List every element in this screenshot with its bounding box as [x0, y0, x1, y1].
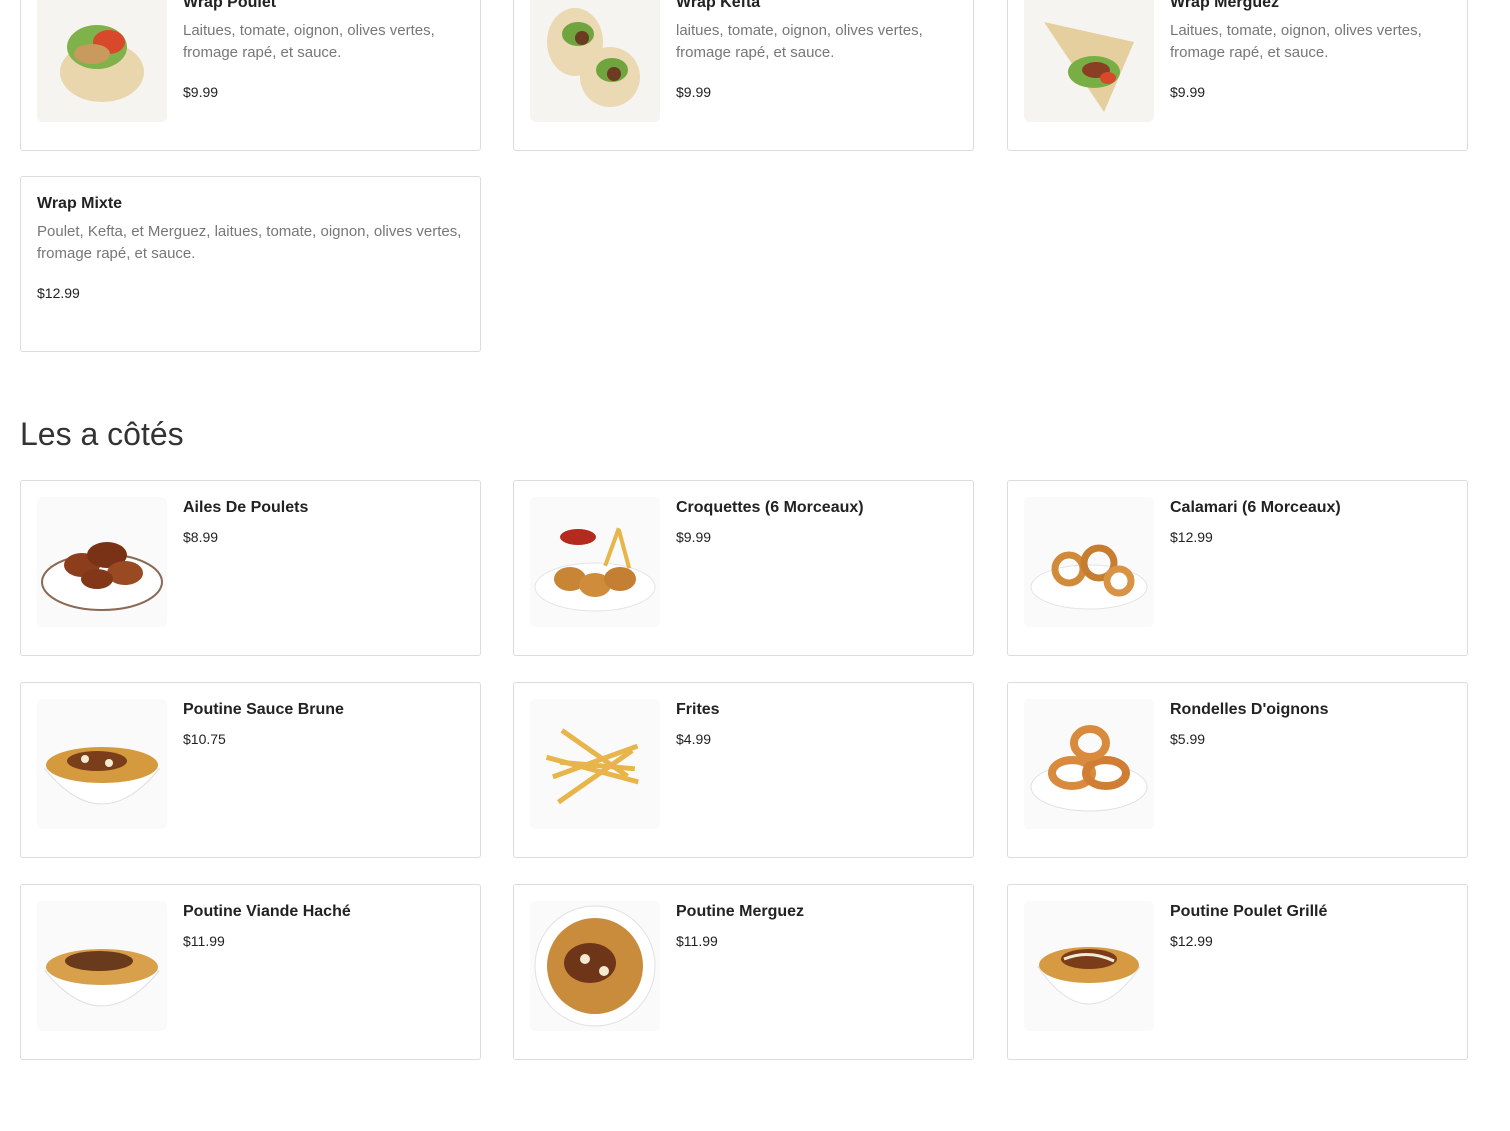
menu-page: Wrap Poulet Laitues, tomate, oignon, oli…	[0, 0, 1490, 1131]
item-name: Poutine Merguez	[676, 903, 805, 920]
menu-item-card[interactable]: Poutine Poulet Grillé $12.99	[1007, 884, 1468, 1060]
section-title: Les a côtés	[20, 416, 184, 452]
chicken-wings-image	[37, 497, 167, 627]
item-price: $12.99	[37, 285, 80, 301]
item-name: Wrap Poulet	[183, 0, 277, 11]
item-price: $9.99	[1170, 84, 1206, 100]
item-name: Rondelles D'oignons	[1170, 701, 1329, 718]
item-description: Poulet, Kefta, et Merguez, laitues, toma…	[37, 223, 462, 262]
item-price: $9.99	[676, 84, 712, 100]
item-price: $12.99	[1170, 529, 1213, 545]
poutine-image	[1024, 901, 1154, 1031]
item-name: Frites	[676, 701, 720, 718]
item-name: Wrap Merguez	[1170, 0, 1280, 11]
calamari-image	[1024, 497, 1154, 627]
wrap-kefta-image	[530, 0, 660, 122]
item-name: Wrap Mixte	[37, 195, 123, 212]
item-description: laitues, tomate, oignon, olives vertes, …	[676, 22, 923, 61]
fries-image	[530, 699, 660, 829]
item-price: $9.99	[676, 529, 712, 545]
item-price: $5.99	[1170, 731, 1206, 747]
wrap-merguez-image	[1024, 0, 1154, 122]
item-name: Poutine Poulet Grillé	[1170, 903, 1328, 920]
item-name: Ailes De Poulets	[183, 499, 309, 516]
menu-item-card[interactable]: Wrap Mixte Poulet, Kefta, et Merguez, la…	[20, 176, 481, 352]
item-price: $8.99	[183, 529, 219, 545]
item-price: $10.75	[183, 731, 226, 747]
item-name: Croquettes (6 Morceaux)	[676, 499, 864, 516]
menu-item-card[interactable]: Poutine Viande Haché $11.99	[20, 884, 481, 1060]
item-price: $12.99	[1170, 933, 1213, 949]
poutine-image	[37, 699, 167, 829]
item-price: $9.99	[183, 84, 219, 100]
menu-item-card[interactable]: Wrap Poulet Laitues, tomate, oignon, oli…	[20, 0, 481, 151]
menu-item-card[interactable]: Wrap Merguez Laitues, tomate, oignon, ol…	[1007, 0, 1468, 151]
menu-item-card[interactable]: Calamari (6 Morceaux) $12.99	[1007, 480, 1468, 656]
item-name: Poutine Sauce Brune	[183, 701, 344, 718]
menu-item-card[interactable]: Ailes De Poulets $8.99	[20, 480, 481, 656]
menu-item-card[interactable]: Poutine Sauce Brune $10.75	[20, 682, 481, 858]
onion-rings-image	[1024, 699, 1154, 829]
item-price: $11.99	[183, 933, 225, 949]
menu-item-card[interactable]: Frites $4.99	[513, 682, 974, 858]
wrap-chicken-image	[37, 0, 167, 122]
item-description: Laitues, tomate, oignon, olives vertes, …	[1170, 22, 1422, 61]
nuggets-image	[530, 497, 660, 627]
poutine-image	[530, 901, 660, 1031]
item-price: $11.99	[676, 933, 718, 949]
menu-item-card[interactable]: Poutine Merguez $11.99	[513, 884, 974, 1060]
menu-item-card[interactable]: Wrap Kefta laitues, tomate, oignon, oliv…	[513, 0, 974, 151]
item-name: Poutine Viande Haché	[183, 903, 351, 920]
menu-item-card[interactable]: Croquettes (6 Morceaux) $9.99	[513, 480, 974, 656]
item-name: Wrap Kefta	[676, 0, 761, 11]
item-description: Laitues, tomate, oignon, olives vertes, …	[183, 22, 435, 61]
menu-item-card[interactable]: Rondelles D'oignons $5.99	[1007, 682, 1468, 858]
item-price: $4.99	[676, 731, 712, 747]
item-name: Calamari (6 Morceaux)	[1170, 499, 1341, 516]
poutine-image	[37, 901, 167, 1031]
